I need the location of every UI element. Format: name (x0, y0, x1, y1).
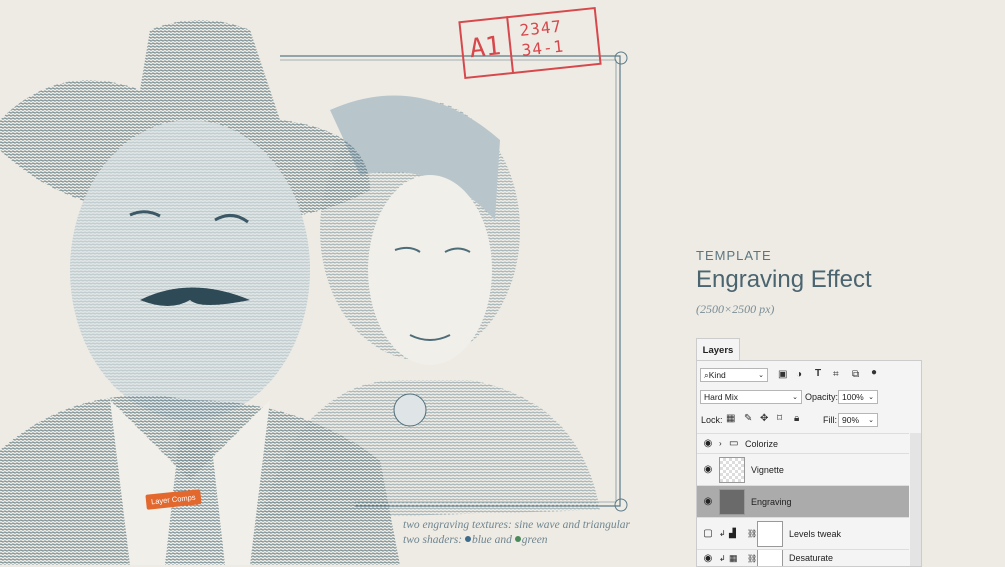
layer-row-desaturate[interactable]: ◉ ↲ ▦ ⛓ Desaturate (697, 549, 909, 566)
template-title: Engraving Effect (696, 266, 872, 293)
stamp-code: A1 (458, 16, 515, 80)
blend-mode-select[interactable]: Hard Mix ⌄ (700, 390, 802, 404)
green-dot-icon (514, 536, 521, 542)
eye-icon[interactable]: ◉ (697, 496, 719, 507)
kind-filter-select[interactable]: ⌕ Kind ⌄ (700, 368, 768, 382)
chevron-down-icon: ⌄ (792, 394, 798, 401)
lock-pixels-icon[interactable]: ✎ (744, 413, 752, 424)
visibility-toggle-off[interactable]: ▢ (697, 528, 719, 539)
levels-icon: ▟ (729, 528, 736, 538)
fill-input[interactable]: 90% ⌄ (838, 413, 878, 427)
template-size: (2500×2500 px) (696, 302, 775, 316)
shape-filter-icon[interactable]: ⌗ (833, 369, 839, 380)
layer-name: Vignette (751, 464, 784, 475)
smart-object-filter-icon[interactable]: ⧉ (852, 369, 859, 380)
layer-row-vignette[interactable]: ◉ Vignette (697, 453, 909, 485)
chevron-down-icon: ⌄ (868, 417, 874, 424)
lock-transparency-icon[interactable]: ▦ (726, 413, 735, 424)
lock-position-icon[interactable]: ✥ (760, 413, 768, 424)
layers-panel: Layers ⌕ Kind ⌄ ▣ ◑ T ⌗ ⧉ ● Hard Mix ⌄ Opac… (696, 338, 922, 567)
clip-arrow-icon: ↲ (719, 553, 726, 563)
layer-row-levels-tweak[interactable]: ▢ ↲ ▟ ⛓ Levels tweak (697, 517, 909, 549)
blue-dot-icon (464, 536, 471, 542)
template-label: TEMPLATE (696, 248, 772, 263)
layer-row-engraving[interactable]: ◉ Engraving (697, 485, 909, 517)
tab-layers[interactable]: Layers (696, 338, 740, 361)
layer-name: Levels tweak (789, 528, 842, 539)
layer-thumbnail (719, 456, 745, 483)
opacity-label: Opacity: (805, 392, 839, 402)
scrollbar[interactable] (910, 433, 921, 566)
layer-name: Engraving (751, 496, 792, 507)
opacity-input[interactable]: 100% ⌄ (838, 390, 878, 404)
hue-saturation-icon: ▦ (729, 552, 738, 563)
layer-thumbnail (719, 488, 745, 515)
caption-line-1: two engraving textures: sine wave and tr… (403, 519, 630, 531)
eye-icon[interactable]: ◉ (697, 438, 719, 449)
type-filter-icon[interactable]: T (815, 368, 821, 379)
fill-label: Fill: (823, 415, 837, 425)
mask-thumbnail (757, 550, 783, 566)
lock-artboard-icon[interactable]: ⌑ (777, 413, 782, 424)
chevron-down-icon: ⌄ (868, 394, 874, 401)
lock-all-icon[interactable]: 🔒︎ (794, 413, 799, 424)
eye-icon[interactable]: ◉ (697, 553, 719, 564)
link-icon: ⛓ (747, 553, 758, 563)
image-filter-icon[interactable]: ▣ (778, 369, 787, 380)
chevron-down-icon: ⌄ (758, 372, 764, 379)
caption-line-2: two shaders: blue and green (403, 534, 548, 546)
layers-panel-body: ⌕ Kind ⌄ ▣ ◑ T ⌗ ⧉ ● Hard Mix ⌄ Opacity: 10… (696, 360, 922, 567)
link-icon: ⛓ (747, 529, 758, 538)
eye-icon[interactable]: ◉ (697, 464, 719, 475)
layer-name: Colorize (745, 438, 779, 449)
caption: two engraving textures: sine wave and tr… (403, 518, 630, 548)
adjustment-filter-icon[interactable]: ◑ (796, 369, 802, 380)
mask-thumbnail (757, 520, 783, 547)
layer-row-colorize[interactable]: ◉ › ▭ Colorize (697, 433, 909, 453)
folder-icon: ▭ (729, 438, 739, 449)
clip-arrow-icon: ↲ (719, 529, 726, 538)
engraving-artwork (0, 20, 628, 565)
lock-label: Lock: (701, 415, 723, 425)
chevron-right-icon[interactable]: › (719, 439, 729, 448)
filter-toggle-icon[interactable]: ● (871, 367, 877, 378)
layer-name: Desaturate (789, 553, 834, 563)
